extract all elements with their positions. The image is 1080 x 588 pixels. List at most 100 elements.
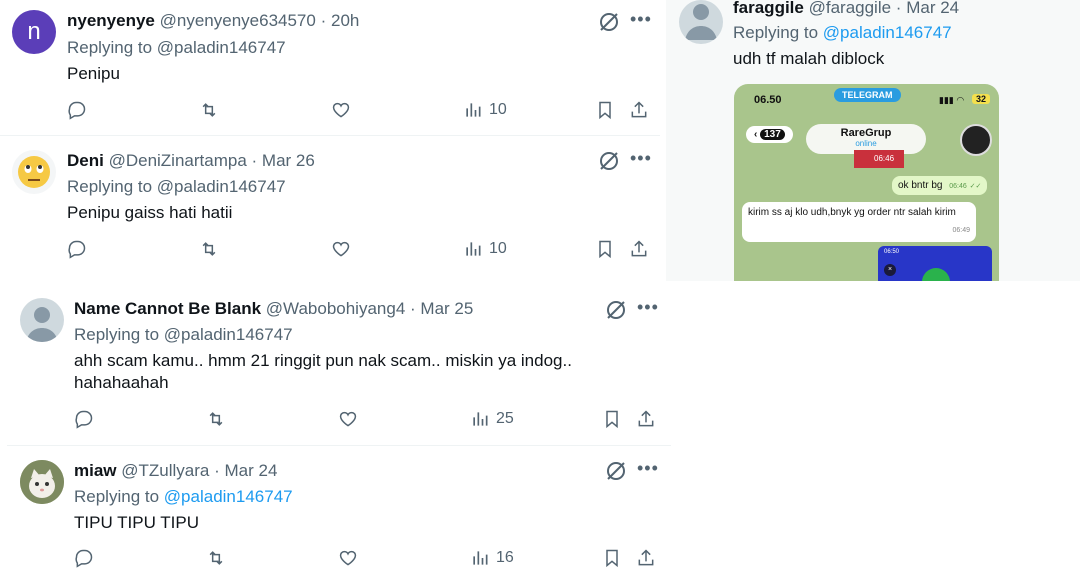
like-button[interactable] <box>331 239 351 259</box>
like-button[interactable] <box>338 409 358 429</box>
reply-button[interactable] <box>67 239 87 259</box>
views-icon <box>466 103 481 117</box>
user-handle[interactable]: @Wabobohiyang4 <box>266 299 406 318</box>
tweet-1[interactable]: n nyenyenye @nyenyenye634570 · 20h ••• R… <box>0 0 660 134</box>
reply-handle-link[interactable]: @paladin146747 <box>164 487 293 506</box>
incoming-message: kirim ss aj klo udh,bnyk yg order ntr sa… <box>742 202 976 242</box>
share-icon <box>638 549 654 566</box>
attached-image[interactable]: 06.50 TELEGRAM ▮▮▮ ◠ 32 ‹ 137 RareGrup o… <box>734 84 999 281</box>
user-handle[interactable]: @nyenyenye634570 <box>160 11 316 30</box>
more-options-icon[interactable]: ••• <box>637 459 659 477</box>
views-button[interactable]: 10 <box>463 100 507 120</box>
tweet-4[interactable]: miaw @TZullyara · Mar 24 ••• Replying to… <box>7 446 671 588</box>
share-button[interactable] <box>629 239 649 259</box>
user-handle[interactable]: @faraggile <box>809 0 891 17</box>
default-avatar-icon <box>685 4 717 40</box>
reply-icon <box>68 101 86 120</box>
replying-to: Replying to @paladin146747 <box>74 324 293 346</box>
retweet-button[interactable] <box>199 100 219 120</box>
reply-prefix: Replying to <box>733 23 819 42</box>
incoming-message-text: kirim ss aj klo udh,bnyk yg order ntr sa… <box>748 207 956 218</box>
tweet-header: nyenyenye @nyenyenye634570 · 20h <box>67 10 359 32</box>
display-name[interactable]: Name Cannot Be Blank <box>74 299 261 318</box>
views-button[interactable]: 25 <box>470 409 514 429</box>
back-arrow-icon: ‹ <box>754 129 758 140</box>
tweet-2[interactable]: Deni @DeniZinartampa · Mar 26 ••• Replyi… <box>0 136 660 276</box>
like-button[interactable] <box>331 100 351 120</box>
outgoing-message: ok bntr bg 06:46 ✓✓ <box>892 176 988 195</box>
share-button[interactable] <box>629 100 649 120</box>
battery-icon: 32 <box>972 94 991 104</box>
grok-icon[interactable] <box>598 11 620 33</box>
more-options-icon[interactable]: ••• <box>637 298 659 316</box>
telegram-badge: TELEGRAM <box>834 88 901 102</box>
default-avatar-icon <box>26 307 58 342</box>
user-handle[interactable]: @TZullyara <box>121 461 209 480</box>
heart-icon <box>339 550 357 566</box>
reply-handle-link[interactable]: @paladin146747 <box>823 23 952 42</box>
grok-icon[interactable] <box>598 150 620 172</box>
bookmark-icon <box>606 410 618 429</box>
display-name[interactable]: miaw <box>74 461 117 480</box>
check-circle-icon <box>922 268 950 281</box>
tweet-text: Penipu <box>67 64 120 83</box>
views-button[interactable]: 16 <box>470 548 514 568</box>
video-preview[interactable]: 06:50 × <box>878 246 992 281</box>
share-button[interactable] <box>636 548 656 568</box>
outgoing-message-time: 06:46 <box>949 183 967 190</box>
share-icon <box>631 240 647 257</box>
views-icon <box>466 242 481 256</box>
tweet-text: ahh scam kamu.. hmm 21 ringgit pun nak s… <box>74 350 654 394</box>
avatar[interactable] <box>20 298 64 342</box>
display-name[interactable]: nyenyenye <box>67 11 155 30</box>
reply-handle-link[interactable]: @paladin146747 <box>157 38 286 57</box>
reply-prefix: Replying to <box>67 177 153 196</box>
right-tweet[interactable]: faraggile @faraggile · Mar 24 Replying t… <box>666 0 1080 281</box>
bookmark-button[interactable] <box>602 548 622 568</box>
battery-level: 32 <box>976 94 987 104</box>
user-handle[interactable]: @DeniZinartampa <box>109 151 247 170</box>
grok-icon[interactable] <box>605 299 627 321</box>
timestamp[interactable]: Mar 26 <box>262 151 315 170</box>
replying-to: Replying to @paladin146747 <box>74 486 293 508</box>
avatar[interactable] <box>20 460 64 504</box>
incoming-message-time: 06:49 <box>952 227 970 234</box>
like-button[interactable] <box>338 548 358 568</box>
bookmark-button[interactable] <box>602 409 622 429</box>
retweet-button[interactable] <box>206 409 226 429</box>
reply-button[interactable] <box>74 548 94 568</box>
timestamp[interactable]: Mar 25 <box>420 299 473 318</box>
separator: · <box>895 0 902 17</box>
timestamp[interactable]: 20h <box>331 11 359 30</box>
timestamp[interactable]: Mar 24 <box>225 461 278 480</box>
reply-button[interactable] <box>67 100 87 120</box>
retweet-button[interactable] <box>199 239 219 259</box>
display-name[interactable]: faraggile <box>733 0 804 17</box>
more-options-icon[interactable]: ••• <box>630 149 652 167</box>
replying-to: Replying to @paladin146747 <box>67 176 286 198</box>
avatar[interactable] <box>679 0 723 44</box>
share-button[interactable] <box>636 409 656 429</box>
tweet-text: udh tf malah diblock <box>733 49 885 68</box>
back-button[interactable]: ‹ 137 <box>746 126 793 143</box>
more-options-icon[interactable]: ••• <box>630 10 652 28</box>
reply-handle-link[interactable]: @paladin146747 <box>164 325 293 344</box>
avatar[interactable] <box>12 150 56 194</box>
reply-button[interactable] <box>74 409 94 429</box>
retweet-icon <box>209 412 223 426</box>
views-button[interactable]: 10 <box>463 239 507 259</box>
tweet-header: faraggile @faraggile · Mar 24 <box>733 0 959 19</box>
grok-icon[interactable] <box>605 460 627 482</box>
bookmark-button[interactable] <box>595 239 615 259</box>
tweet-3[interactable]: Name Cannot Be Blank @Wabobohiyang4 · Ma… <box>7 286 671 444</box>
avatar[interactable]: n <box>12 10 56 54</box>
retweet-button[interactable] <box>206 548 226 568</box>
replying-to: Replying to @paladin146747 <box>67 37 286 59</box>
group-avatar[interactable] <box>960 124 992 156</box>
bookmark-icon <box>599 101 611 120</box>
timestamp[interactable]: Mar 24 <box>906 0 959 17</box>
reply-handle-link[interactable]: @paladin146747 <box>157 177 286 196</box>
bookmark-button[interactable] <box>595 100 615 120</box>
display-name[interactable]: Deni <box>67 151 104 170</box>
share-icon <box>638 410 654 427</box>
